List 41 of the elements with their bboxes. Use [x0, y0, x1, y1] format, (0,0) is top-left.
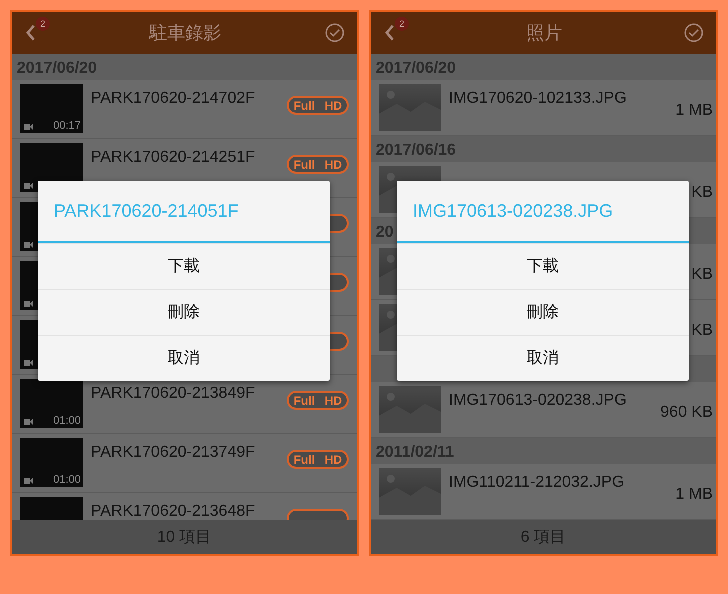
file-size: KB: [692, 322, 713, 340]
file-name[interactable]: IMG170613-020238.JPG: [449, 392, 627, 410]
dialog-option[interactable]: 取消: [38, 335, 330, 381]
back-button[interactable]: 2: [385, 19, 411, 47]
check-circle-icon: [325, 23, 345, 43]
back-button[interactable]: 2: [26, 19, 52, 47]
image-placeholder-icon: [379, 386, 441, 433]
file-size: KB: [692, 184, 713, 202]
file-name[interactable]: PARK170620-213849F: [91, 385, 256, 403]
file-size: 1 MB: [676, 102, 713, 120]
dialog-option[interactable]: 下載: [38, 243, 330, 289]
file-name[interactable]: IMG110211-212032.JPG: [449, 474, 625, 492]
dialog-title: PARK170620-214051F: [54, 200, 239, 222]
count-badge: 2: [36, 17, 50, 31]
dialog-option[interactable]: 取消: [397, 335, 689, 381]
full-hd-badge: Full HD: [287, 450, 349, 469]
video-duration: 00:17: [53, 120, 81, 132]
dialog-option[interactable]: 下載: [397, 243, 689, 289]
full-hd-badge: Full HD: [287, 391, 349, 410]
video-duration: 01:00: [53, 474, 81, 486]
file-name[interactable]: PARK170620-213749F: [91, 444, 256, 462]
dialog-title: IMG170613-020238.JPG: [413, 200, 614, 222]
screen-title: 駐車錄影: [150, 22, 222, 45]
chevron-left-icon: [26, 24, 36, 42]
file-size: 960 KB: [660, 404, 713, 422]
chevron-left-icon: [385, 24, 395, 42]
file-name[interactable]: PARK170620-214702F: [91, 90, 256, 108]
image-placeholder-icon: [379, 84, 441, 131]
full-hd-badge: Full HD: [287, 155, 349, 174]
file-size: KB: [692, 266, 713, 284]
video-duration: 01:00: [53, 415, 81, 427]
file-name[interactable]: IMG170620-102133.JPG: [449, 90, 627, 108]
file-name[interactable]: PARK170620-214251F: [91, 149, 256, 167]
full-hd-badge: Full HD: [287, 96, 349, 115]
count-badge: 2: [395, 17, 409, 31]
dialog-option[interactable]: 刪除: [397, 289, 689, 335]
check-circle-icon: [684, 23, 704, 43]
image-placeholder-icon: [379, 468, 441, 515]
file-size: 1 MB: [676, 486, 713, 504]
dialog-option[interactable]: 刪除: [38, 289, 330, 335]
screen-title: 照片: [526, 22, 562, 45]
